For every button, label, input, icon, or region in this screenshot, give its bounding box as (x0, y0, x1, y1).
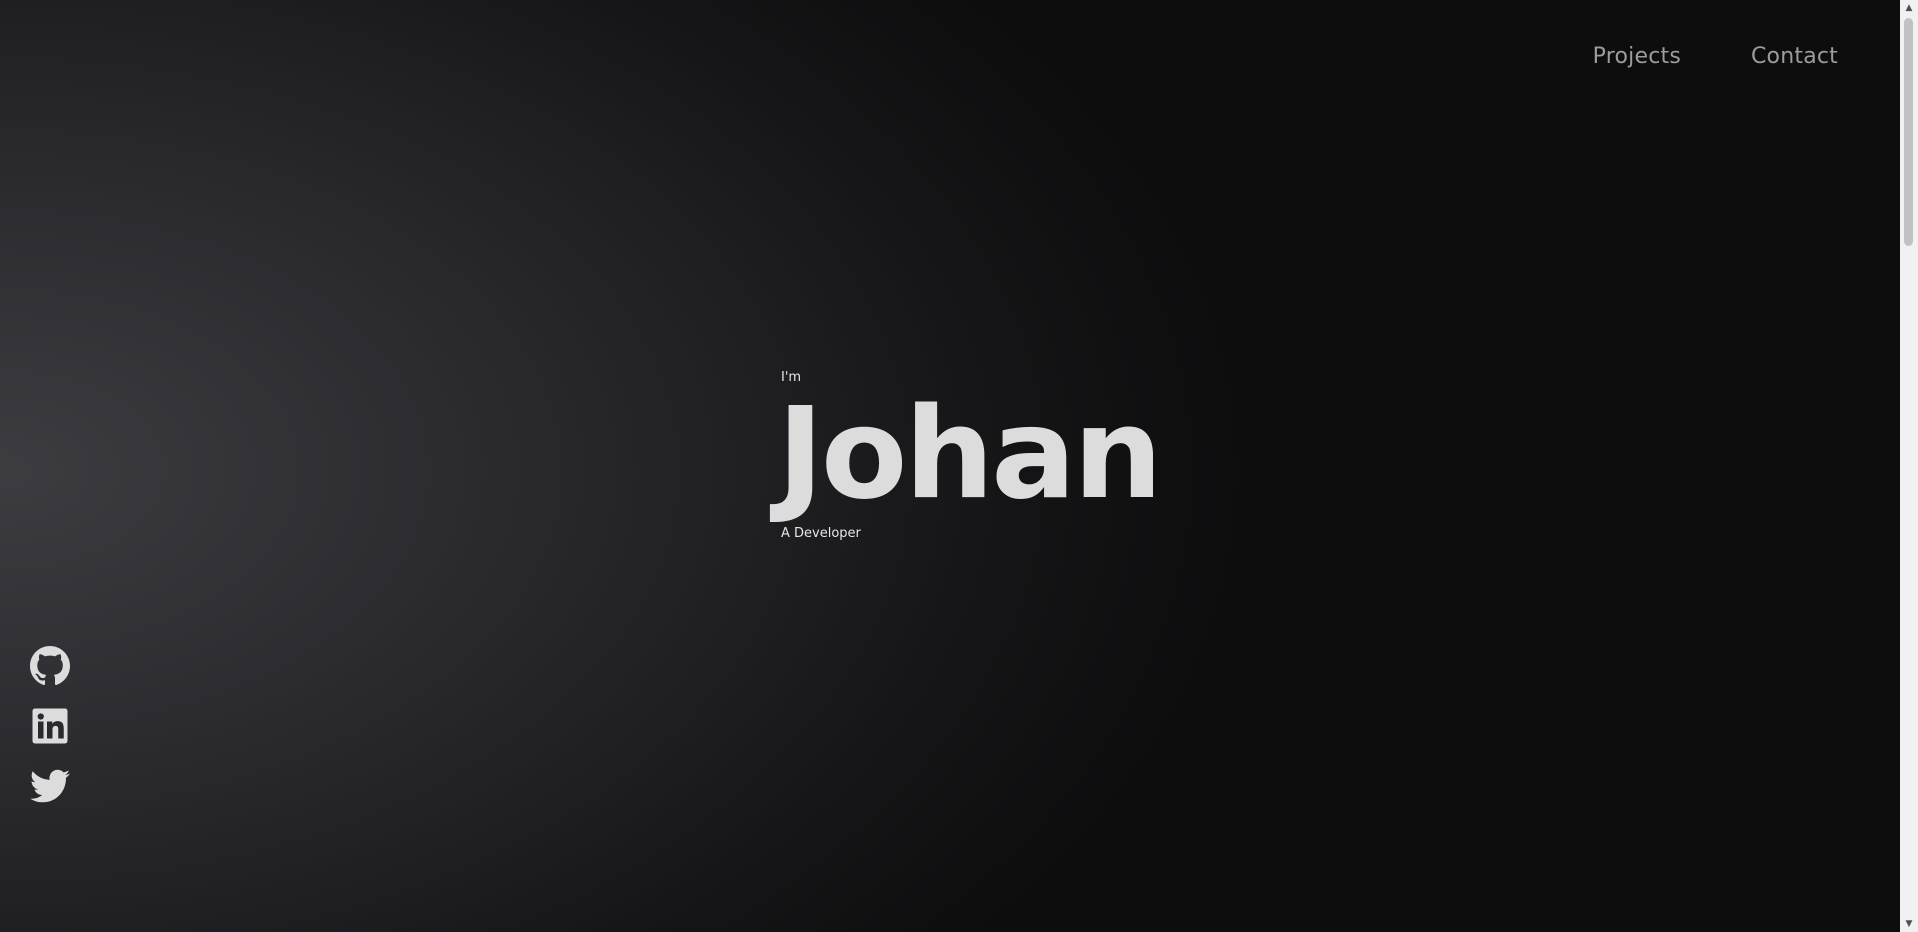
nav-projects-link[interactable]: Projects (1593, 44, 1681, 69)
top-nav: Projects Contact (1593, 44, 1838, 69)
hero-role: A Developer (781, 526, 861, 541)
page-background: Projects Contact I'm Johan A Developer (0, 0, 1900, 932)
github-link[interactable] (30, 646, 70, 686)
linkedin-icon (32, 708, 68, 744)
hero-name: Johan (777, 380, 1163, 527)
page-scrollbar[interactable]: ▲ ▼ (1900, 0, 1918, 932)
twitter-icon (30, 769, 70, 803)
github-icon (30, 646, 70, 686)
hero-section: I'm Johan A Developer (777, 370, 1163, 542)
social-links (30, 646, 70, 806)
twitter-link[interactable] (30, 766, 70, 806)
nav-contact-link[interactable]: Contact (1751, 44, 1838, 69)
linkedin-link[interactable] (30, 706, 70, 746)
scrollbar-thumb[interactable] (1904, 18, 1913, 246)
scroll-down-arrow[interactable]: ▼ (1900, 916, 1918, 932)
scroll-up-arrow[interactable]: ▲ (1900, 0, 1918, 16)
